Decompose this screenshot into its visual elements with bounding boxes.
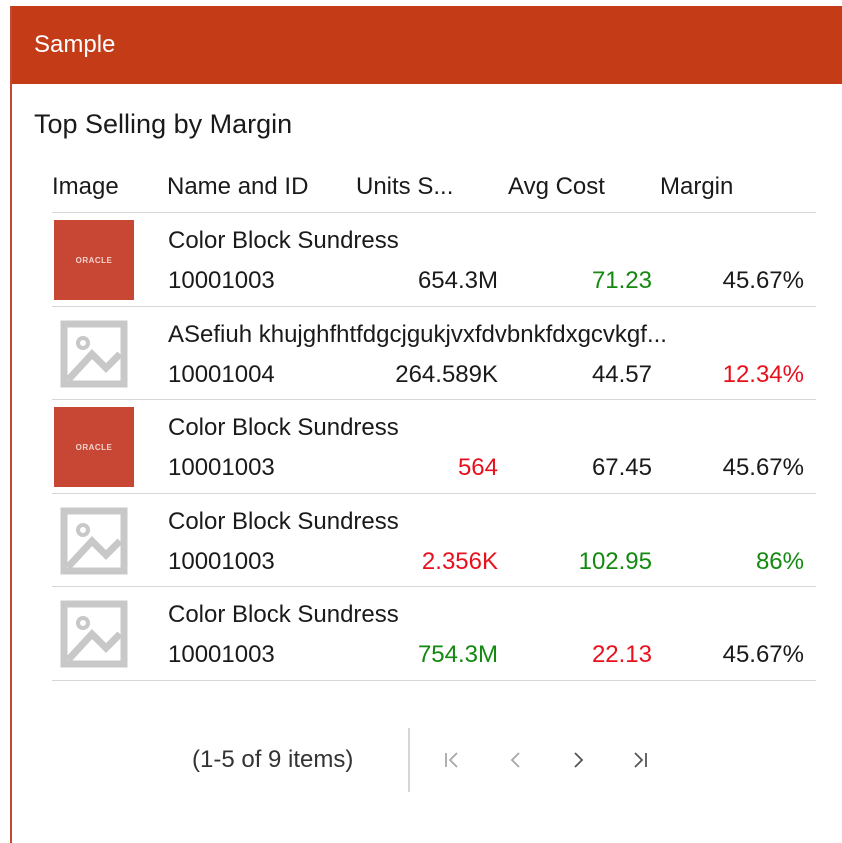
column-header-image[interactable]: Image bbox=[52, 172, 119, 202]
column-header-cost[interactable]: Avg Cost bbox=[508, 172, 605, 202]
product-name: Color Block Sundress bbox=[168, 601, 399, 628]
pagination-divider bbox=[408, 728, 410, 792]
product-id: 10001003 bbox=[168, 454, 275, 481]
table-row[interactable]: Color Block Sundress 10001003 2.356K 102.95… bbox=[52, 492, 816, 587]
margin-value: 45.67% bbox=[722, 267, 804, 294]
units-sold: 754.3M bbox=[417, 641, 498, 668]
table-row[interactable]: ORACLE Color Block Sundress 10001003 564 67.… bbox=[52, 399, 816, 493]
panel-header: Sample bbox=[12, 6, 842, 84]
product-id: 10001003 bbox=[168, 547, 275, 575]
list-title: Top Selling by Margin bbox=[34, 109, 293, 139]
table-row[interactable]: ORACLE Color Block Sundress 10001003 654.3M… bbox=[52, 212, 816, 306]
margin-value: 12.34% bbox=[722, 360, 804, 388]
avg-cost: 22.13 bbox=[591, 641, 652, 668]
avg-cost: 102.95 bbox=[578, 547, 652, 575]
units-sold: 654.3M bbox=[417, 267, 498, 294]
product-name: Color Block Sundress bbox=[168, 414, 399, 441]
product-name: Color Block Sundress bbox=[168, 507, 399, 535]
pagination-status: (1-5 of 9 items) bbox=[192, 746, 354, 773]
table-row[interactable]: ASefiuh khujghfhtfdgcjgukjvxfdvbnkfdxgcv… bbox=[52, 305, 816, 400]
sample-panel: Sample Top Selling by Margin Image Name … bbox=[10, 6, 842, 843]
column-header-name[interactable]: Name and ID bbox=[167, 172, 308, 202]
image-placeholder-icon bbox=[54, 314, 134, 394]
product-name: ASefiuh khujghfhtfdgcjgukjvxfdvbnkfdxgcv… bbox=[168, 320, 667, 348]
product-id: 10001004 bbox=[168, 360, 275, 388]
image-placeholder-icon bbox=[54, 501, 134, 581]
first-page-icon[interactable] bbox=[434, 742, 470, 778]
pagination-bar: (1-5 of 9 items) bbox=[12, 728, 842, 792]
units-sold: 264.589K bbox=[395, 360, 498, 388]
product-name: Color Block Sundress bbox=[168, 227, 399, 254]
panel-title: Sample bbox=[34, 31, 116, 58]
table-row[interactable]: Color Block Sundress 10001003 754.3M 22.13 4… bbox=[52, 586, 816, 681]
avg-cost: 71.23 bbox=[591, 267, 652, 294]
previous-page-icon[interactable] bbox=[498, 742, 534, 778]
margin-value: 45.67% bbox=[722, 641, 804, 668]
column-header-margin[interactable]: Margin bbox=[660, 172, 733, 202]
product-id: 10001003 bbox=[168, 267, 275, 294]
avg-cost: 44.57 bbox=[591, 360, 652, 388]
next-page-icon[interactable] bbox=[560, 742, 596, 778]
column-header-units[interactable]: Units S... bbox=[356, 172, 453, 202]
product-table: ORACLE Color Block Sundress 10001003 654.3M… bbox=[52, 212, 816, 681]
units-sold: 2.356K bbox=[421, 547, 498, 575]
margin-value: 45.67% bbox=[722, 454, 804, 481]
last-page-icon[interactable] bbox=[622, 742, 658, 778]
oracle-logo: ORACLE bbox=[54, 407, 134, 487]
units-sold: 564 bbox=[457, 454, 498, 481]
image-placeholder-icon bbox=[54, 594, 134, 674]
avg-cost: 67.45 bbox=[591, 454, 652, 481]
product-id: 10001003 bbox=[168, 641, 275, 668]
margin-value: 86% bbox=[755, 547, 804, 575]
oracle-logo: ORACLE bbox=[54, 220, 134, 300]
